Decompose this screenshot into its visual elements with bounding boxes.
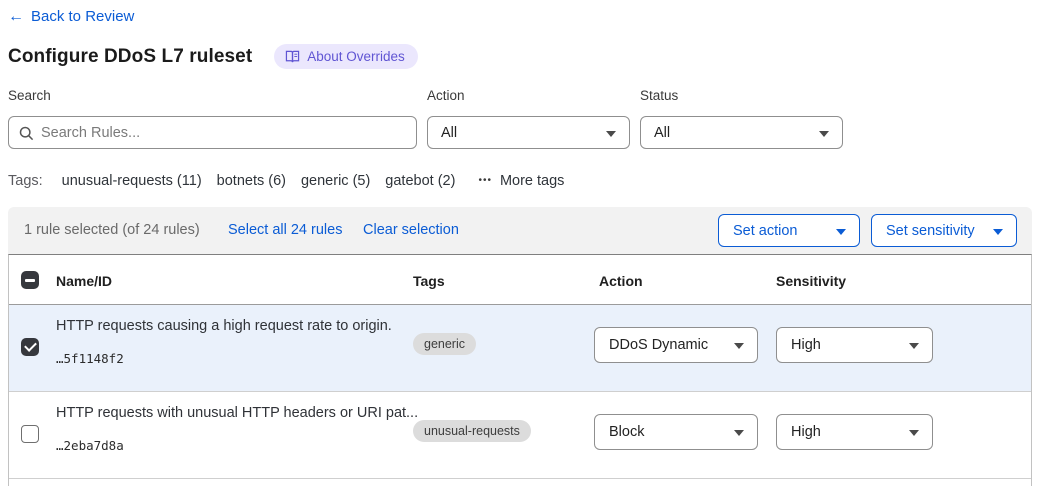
action-filter-value: All [441,125,457,141]
select-all-checkbox[interactable] [21,271,39,289]
back-arrow-icon: ← [8,9,24,25]
tags-label: Tags: [8,173,43,189]
rule-tag-pill: unusual-requests [413,420,531,442]
table-row-partial [9,479,1031,486]
rule-name: HTTP requests with unusual HTTP headers … [56,405,418,421]
configure-ddos-page: ← Back to Review Configure DDoS L7 rules… [0,0,1039,486]
clear-selection-link[interactable]: Clear selection [363,222,459,238]
chevron-down-icon [909,430,919,436]
row-checkbox[interactable] [21,338,39,356]
back-link-label: Back to Review [31,8,134,25]
status-filter: Status All [640,88,843,149]
column-header-name-id: Name/ID [56,273,112,289]
rule-id: …5f1148f2 [56,351,124,366]
column-header-action: Action [599,273,643,289]
search-input-wrapper [8,116,417,149]
rule-action-value: DDoS Dynamic [609,337,708,353]
rules-table: Name/ID Tags Action Sensitivity HTTP req… [8,254,1032,486]
chevron-down-icon [993,229,1003,235]
set-action-button[interactable]: Set action [718,214,860,247]
tag-filter-botnets[interactable]: botnets (6) [217,173,286,189]
table-header-row: Name/ID Tags Action Sensitivity [9,255,1031,305]
more-dots-icon [478,175,492,186]
search-filter: Search [8,88,417,149]
table-row: HTTP requests causing a high request rat… [9,305,1031,392]
page-title: Configure DDoS L7 ruleset [8,46,252,68]
set-sensitivity-label: Set sensitivity [886,223,975,239]
action-filter-select[interactable]: All [427,116,630,149]
set-sensitivity-button[interactable]: Set sensitivity [871,214,1017,247]
chevron-down-icon [734,343,744,349]
status-filter-label: Status [640,88,843,103]
more-tags-label: More tags [500,173,564,189]
column-header-sensitivity: Sensitivity [776,273,846,289]
rule-sensitivity-value: High [791,424,821,440]
selection-bar: 1 rule selected (of 24 rules) Select all… [8,207,1032,254]
book-icon [285,50,300,64]
search-input[interactable] [41,117,416,148]
status-filter-select[interactable]: All [640,116,843,149]
rule-action-value: Block [609,424,644,440]
tag-filter-generic[interactable]: generic (5) [301,173,370,189]
chevron-down-icon [819,131,829,137]
search-icon [19,126,34,141]
selection-summary: 1 rule selected (of 24 rules) [24,222,200,238]
chevron-down-icon [909,343,919,349]
rule-id: …2eba7d8a [56,438,124,453]
rule-action-select[interactable]: Block [594,414,758,450]
about-overrides-badge[interactable]: About Overrides [274,44,418,69]
search-label: Search [8,88,417,103]
chevron-down-icon [836,229,846,235]
about-overrides-label: About Overrides [307,49,405,64]
rule-tag-pill: generic [413,333,476,355]
rule-name: HTTP requests causing a high request rat… [56,318,392,334]
rule-sensitivity-select[interactable]: High [776,327,933,363]
set-action-label: Set action [733,223,798,239]
back-to-review-link[interactable]: ← Back to Review [8,8,134,25]
select-all-rules-link[interactable]: Select all 24 rules [228,222,342,238]
action-filter: Action All [427,88,630,149]
rule-action-select[interactable]: DDoS Dynamic [594,327,758,363]
tag-filter-gatebot[interactable]: gatebot (2) [385,173,455,189]
rule-sensitivity-select[interactable]: High [776,414,933,450]
tags-row: Tags: unusual-requests (11) botnets (6) … [8,173,564,189]
column-header-tags: Tags [413,273,445,289]
action-filter-label: Action [427,88,630,103]
tag-filter-unusual-requests[interactable]: unusual-requests (11) [62,173,202,189]
row-checkbox[interactable] [21,425,39,443]
chevron-down-icon [734,430,744,436]
chevron-down-icon [606,131,616,137]
table-row: HTTP requests with unusual HTTP headers … [9,392,1031,479]
status-filter-value: All [654,125,670,141]
title-row: Configure DDoS L7 ruleset About Override… [8,44,418,69]
rule-sensitivity-value: High [791,337,821,353]
more-tags-button[interactable]: More tags [478,173,564,189]
